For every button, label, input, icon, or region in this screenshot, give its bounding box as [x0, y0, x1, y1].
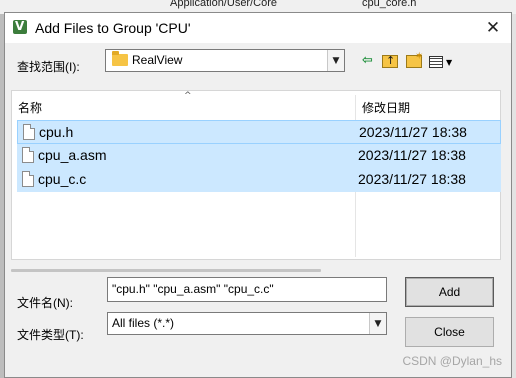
background-fragment-right: cpu_core.h — [362, 0, 417, 9]
back-icon[interactable]: ⇦ — [362, 52, 373, 70]
column-header-date-modified[interactable]: 修改日期 — [362, 99, 410, 116]
look-in-value: RealView — [132, 53, 183, 67]
add-button[interactable]: Add — [405, 277, 494, 307]
background-fragment-left: Application/User/Core — [170, 0, 277, 9]
chevron-down-icon[interactable]: ▼ — [327, 50, 344, 71]
add-files-dialog: Add Files to Group 'CPU' ✕ 查找范围(I): Real… — [4, 12, 512, 378]
close-button[interactable]: Close — [405, 317, 494, 347]
list-item[interactable]: cpu.h 2023/11/27 18:38 — [17, 120, 501, 144]
view-menu-icon[interactable] — [429, 56, 443, 68]
file-name: cpu_a.asm — [38, 147, 107, 163]
file-icon — [22, 147, 34, 163]
column-header-name[interactable]: 名称 — [18, 99, 42, 116]
list-item[interactable]: cpu_c.c 2023/11/27 18:38 — [17, 168, 501, 192]
file-type-dropdown[interactable]: All files (*.*) ▼ — [107, 312, 387, 335]
list-item[interactable]: cpu_a.asm 2023/11/27 18:38 — [17, 144, 501, 168]
new-folder-icon[interactable] — [406, 48, 423, 68]
dialog-title: Add Files to Group 'CPU' — [35, 20, 191, 36]
horizontal-scrollbar[interactable] — [11, 269, 321, 272]
file-date: 2023/11/27 18:38 — [359, 124, 467, 140]
file-type-value: All files (*.*) — [112, 316, 175, 330]
file-type-label: 文件类型(T): — [17, 328, 84, 342]
up-folder-icon[interactable] — [382, 52, 398, 70]
view-menu-arrow-icon[interactable]: ▼ — [446, 54, 452, 72]
file-icon — [22, 171, 34, 187]
file-name: cpu_c.c — [38, 171, 87, 187]
file-date: 2023/11/27 18:38 — [358, 171, 466, 187]
file-rows: cpu.h 2023/11/27 18:38 cpu_a.asm 2023/11… — [17, 120, 501, 192]
sort-ascending-icon: ^ — [184, 91, 192, 101]
app-icon — [13, 19, 27, 34]
file-name: cpu.h — [39, 124, 74, 140]
close-icon[interactable]: ✕ — [483, 18, 503, 38]
chevron-down-icon[interactable]: ▼ — [369, 313, 386, 334]
file-name-label: 文件名(N): — [17, 296, 73, 310]
watermark: CSDN @Dylan_hs — [402, 354, 502, 368]
file-name-field[interactable]: "cpu.h" "cpu_a.asm" "cpu_c.c" — [107, 277, 387, 302]
file-icon — [23, 124, 35, 140]
folder-icon — [112, 51, 128, 66]
look-in-label: 查找范围(I): — [17, 60, 80, 74]
dialog-titlebar: Add Files to Group 'CPU' ✕ — [5, 13, 511, 43]
file-date: 2023/11/27 18:38 — [358, 147, 466, 163]
look-in-dropdown[interactable]: RealView ▼ — [105, 49, 345, 72]
file-list[interactable]: ^ 名称 修改日期 cpu.h 2023/11/27 18:38 cpu_a.a… — [11, 90, 501, 260]
